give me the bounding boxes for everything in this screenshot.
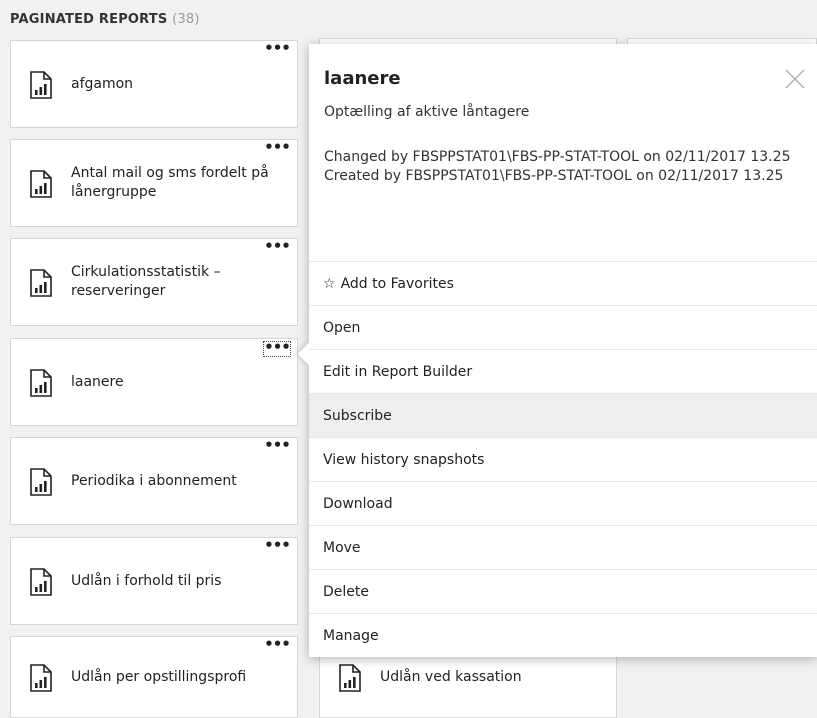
section-header: PAGINATED REPORTS (38) [10,12,200,27]
report-icon [30,369,52,397]
created-by-text: Created by FBSPPSTAT01\FBS-PP-STAT-TOOL … [324,167,784,184]
menu-item-label: Manage [323,627,379,644]
menu-item-open[interactable]: Open [309,305,817,349]
report-actions-menu: ☆ Add to Favorites Open Edit in Report B… [309,261,817,657]
menu-item-move[interactable]: Move [309,525,817,569]
tile-label: Udlån i forhold til pris [71,572,222,589]
tile-label: Antal mail og sms fordelt på lånergruppe [71,165,269,200]
menu-item-label: Edit in Report Builder [323,363,473,380]
section-count: (38) [172,12,200,27]
star-icon: ☆ [323,275,336,292]
report-icon [30,269,52,297]
menu-item-download[interactable]: Download [309,481,817,525]
section-title: PAGINATED REPORTS [10,12,168,27]
menu-item-manage[interactable]: Manage [309,613,817,657]
report-tile-antal-mail[interactable]: ••• Antal mail og sms fordelt på lånergr… [10,139,298,227]
changed-by-text: Changed by FBSPPSTAT01\FBS-PP-STAT-TOOL … [324,149,791,165]
menu-item-label: Move [323,539,361,556]
menu-item-subscribe[interactable]: Subscribe [309,393,817,437]
tile-label: Cirkulationsstatistik – reserveringer [71,264,221,299]
report-tile-udlan-pris[interactable]: ••• Udlån i forhold til pris [10,537,298,625]
report-tile-afgamon[interactable]: ••• afgamon [10,40,298,128]
popover-description: Optælling af aktive låntagere [324,104,530,120]
report-icon [30,664,52,692]
report-details-popover: laanere Optælling af aktive låntagere Ch… [297,44,817,657]
menu-item-label: Download [323,495,393,512]
report-tile-laanere[interactable]: ••• laanere [10,338,298,426]
menu-item-edit-in-report-builder[interactable]: Edit in Report Builder [309,349,817,393]
report-icon [339,664,361,692]
report-tile-cirkulationsstatistik[interactable]: ••• Cirkulationsstatistik – reserveringe… [10,238,298,326]
tile-label: Udlån per opstillingsprofi [71,668,247,685]
menu-item-label: Delete [323,583,369,600]
report-icon [30,71,52,99]
menu-item-label: Subscribe [323,407,392,424]
menu-item-label: Add to Favorites [340,275,454,292]
tile-label: laanere [71,373,124,390]
report-icon [30,568,52,596]
report-tile-periodika[interactable]: ••• Periodika i abonnement [10,437,298,525]
popover-title: laanere [324,68,401,89]
tile-label: Periodika i abonnement [71,472,237,489]
tile-label: afgamon [71,75,134,92]
report-icon [30,468,52,496]
menu-item-delete[interactable]: Delete [309,569,817,613]
popover-metadata: Changed by FBSPPSTAT01\FBS-PP-STAT-TOOL … [324,148,809,185]
close-icon[interactable] [784,68,806,90]
menu-item-label: Open [323,319,361,336]
menu-item-label: View history snapshots [323,451,485,468]
report-tile-udlan-opstillingsprofi[interactable]: ••• Udlån per opstillingsprofi [10,636,298,718]
menu-item-view-history-snapshots[interactable]: View history snapshots [309,437,817,481]
menu-item-add-to-favorites[interactable]: ☆ Add to Favorites [309,261,817,305]
report-icon [30,170,52,198]
